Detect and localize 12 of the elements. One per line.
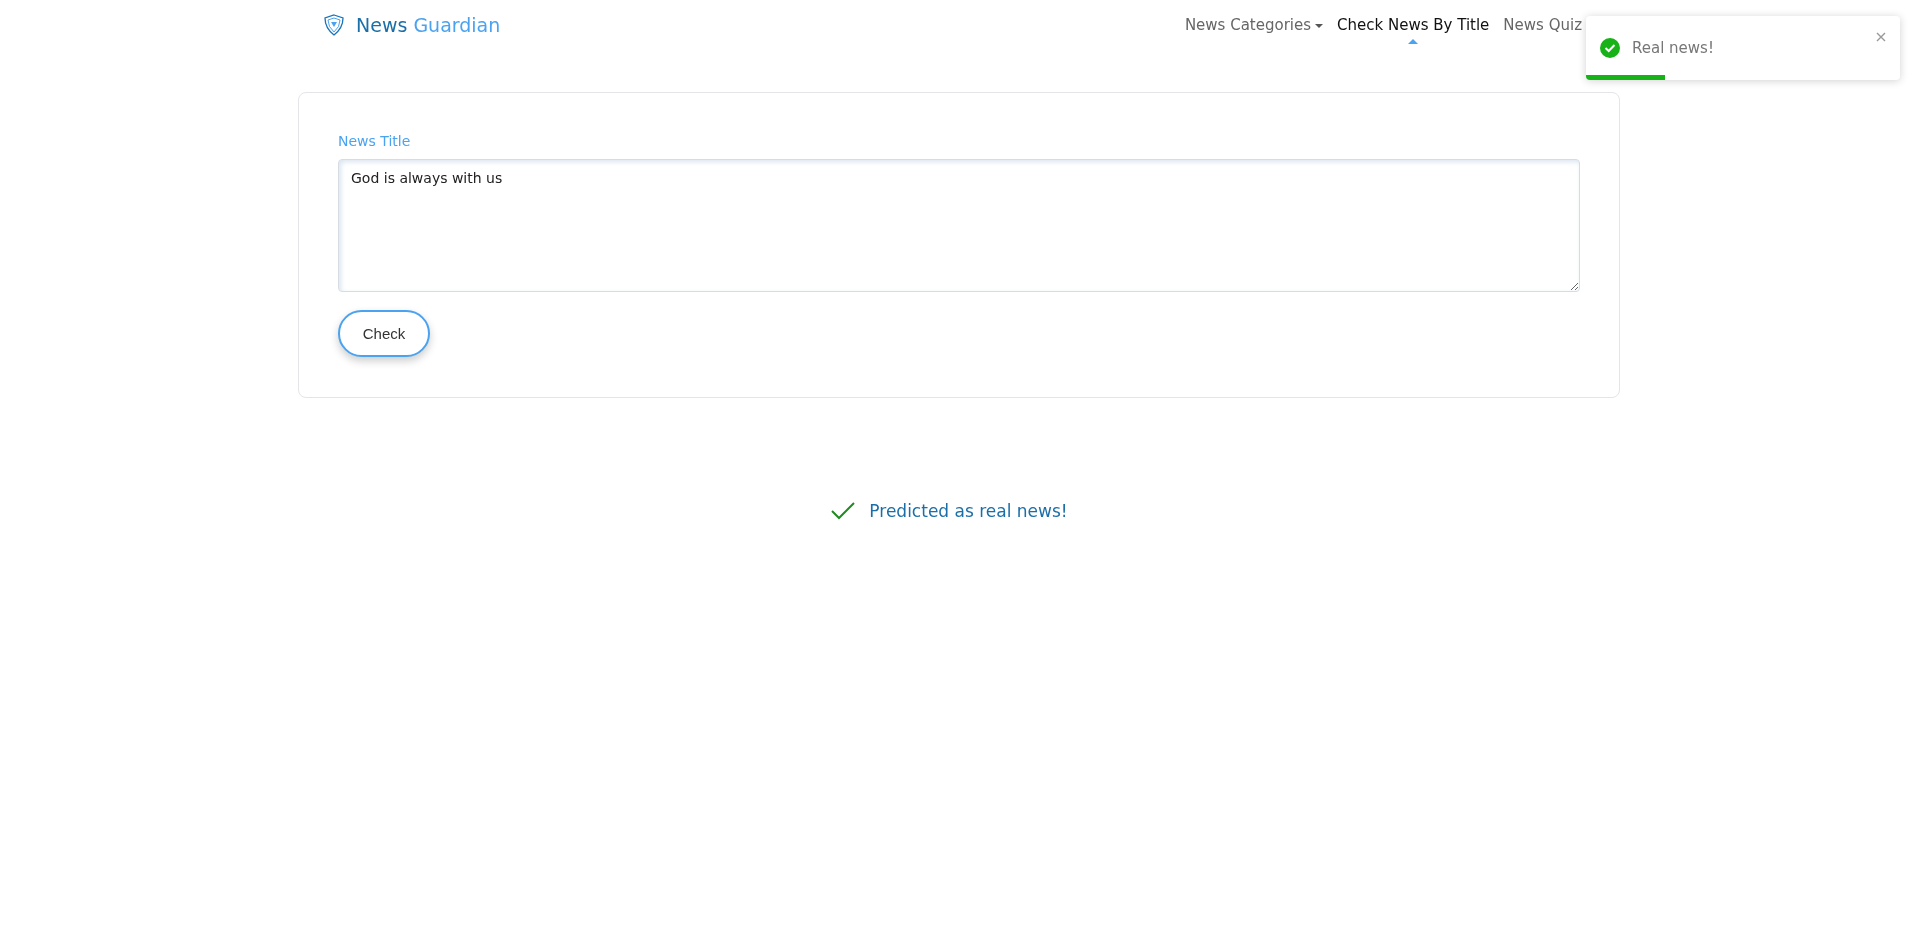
toast-message: Real news! (1632, 39, 1715, 57)
brand-name[interactable]: News Guardian (356, 14, 501, 36)
field-label: News Title (338, 133, 411, 149)
prediction-message: Predicted as real news! (869, 501, 1068, 521)
title-input-field[interactable]: God is always with us (338, 159, 1580, 292)
check-button[interactable]: Check (338, 310, 430, 357)
nav-link[interactable]: News Quiz (1503, 6, 1582, 44)
nav-link[interactable]: News Categories (1184, 6, 1324, 44)
nav-link[interactable]: Check News By Title (1337, 6, 1490, 44)
success-check-icon (1600, 38, 1620, 58)
shield-logo-icon (322, 13, 346, 37)
close-icon[interactable] (1876, 32, 1886, 42)
